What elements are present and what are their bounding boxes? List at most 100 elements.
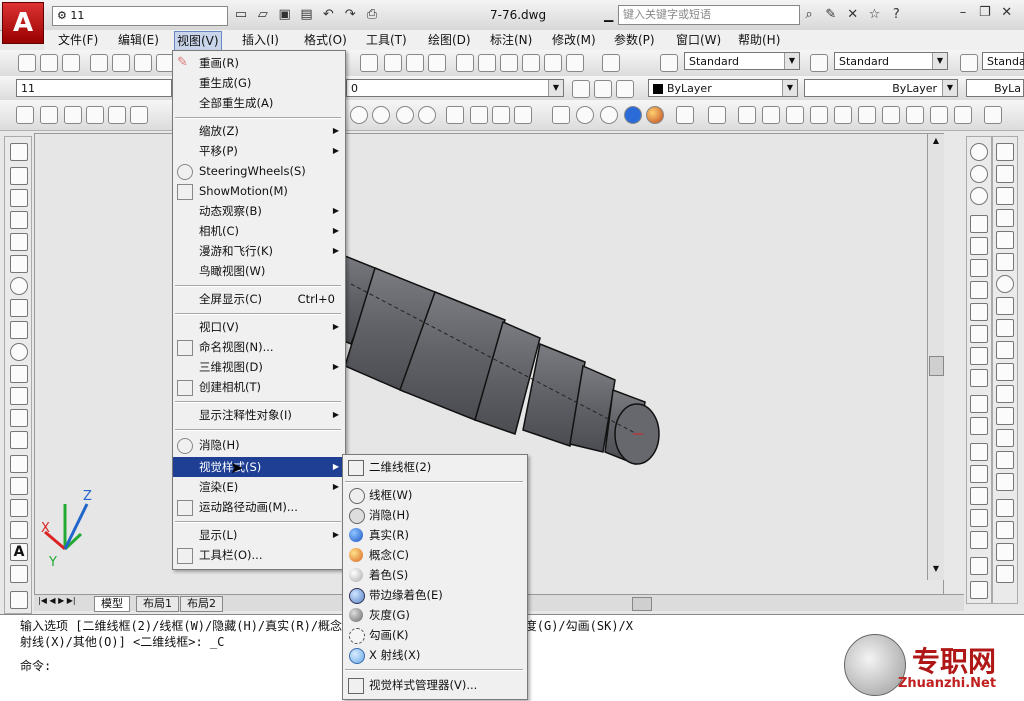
dim-style-combo[interactable]: Standard ▼ (834, 52, 948, 70)
group-icon[interactable] (970, 581, 988, 599)
calculator-icon[interactable] (602, 54, 620, 72)
spline-icon[interactable] (10, 321, 28, 339)
menu-item-xray[interactable]: X 射线(X) (343, 645, 527, 665)
cone-icon[interactable] (64, 106, 82, 124)
window-close-icon[interactable]: ✕ (998, 4, 1016, 22)
tool-palettes-icon[interactable] (500, 54, 518, 72)
tab-layout2[interactable]: 布局2 (180, 596, 223, 612)
zoom-realtime-icon[interactable] (384, 54, 402, 72)
save-as-icon[interactable]: ▤ (297, 6, 315, 24)
box-solid-icon[interactable] (738, 106, 756, 124)
construction-line-icon[interactable] (10, 167, 28, 185)
menu-item-zoom[interactable]: 缩放(Z) ▶ (173, 121, 345, 141)
menu-item-conceptual[interactable]: 概念(C) (343, 545, 527, 565)
open-icon[interactable] (40, 54, 58, 72)
slice-icon[interactable] (786, 106, 804, 124)
wedge-icon[interactable] (40, 106, 58, 124)
hidden-icon[interactable] (396, 106, 414, 124)
menu-item-showmotion[interactable]: ShowMotion(M) (173, 181, 345, 201)
array-icon[interactable] (996, 231, 1014, 249)
layer-lock-icon[interactable] (996, 565, 1014, 583)
menu-item-visual-styles[interactable]: 视觉样式(S) ▶ (173, 457, 345, 477)
torus-icon[interactable] (130, 106, 148, 124)
menu-item-named-views[interactable]: 命名视图(N)... (173, 337, 345, 357)
menu-item-fullscreen[interactable]: 全屏显示(C) Ctrl+0 (173, 289, 345, 309)
window-restore-icon[interactable]: ❐ (976, 4, 994, 22)
offset-faces-icon[interactable] (970, 259, 988, 277)
zoom-window-icon[interactable] (406, 54, 424, 72)
trim-icon[interactable] (996, 341, 1014, 359)
subscription-icon[interactable]: ✎ (822, 6, 840, 24)
vertical-scroll-thumb[interactable] (929, 356, 944, 376)
open-folder-icon[interactable]: ▱ (254, 6, 272, 24)
mtext-icon[interactable]: A (10, 543, 28, 561)
menu-item-shaded[interactable]: 着色(S) (343, 565, 527, 585)
offset-icon[interactable] (996, 209, 1014, 227)
explode-icon[interactable] (996, 473, 1014, 491)
menu-insert[interactable]: 插入(I) (240, 31, 281, 49)
menu-file[interactable]: 文件(F) (56, 31, 100, 49)
menu-item-pan[interactable]: 平移(P) ▶ (173, 141, 345, 161)
extend-icon[interactable] (996, 363, 1014, 381)
polyline-icon[interactable] (10, 189, 28, 207)
menu-item-display[interactable]: 显示(L) ▶ (173, 525, 345, 545)
sheet-set-icon[interactable] (522, 54, 540, 72)
sphere-icon[interactable] (86, 106, 104, 124)
menu-dimension[interactable]: 标注(N) (488, 31, 534, 49)
menu-item-orbit[interactable]: 动态观察(B) ▶ (173, 201, 345, 221)
box-icon[interactable] (16, 106, 34, 124)
communication-icon[interactable]: ✕ (844, 6, 862, 24)
menu-modify[interactable]: 修改(M) (550, 31, 598, 49)
stretch-icon[interactable] (996, 319, 1014, 337)
crease-icon[interactable] (954, 106, 972, 124)
undo-icon[interactable]: ↶ (319, 6, 337, 24)
subtract-solid-icon[interactable] (970, 165, 988, 183)
window-minimize-icon[interactable]: – (954, 4, 972, 22)
region-icon[interactable] (10, 499, 28, 517)
menu-item-annotation-objects[interactable]: 显示注释性对象(I) ▶ (173, 405, 345, 425)
smooth-icon[interactable] (906, 106, 924, 124)
layer-iso-icon[interactable] (996, 499, 1014, 517)
conceptual-style-icon[interactable] (600, 106, 618, 124)
preview-icon[interactable] (112, 54, 130, 72)
pan-icon[interactable] (360, 54, 378, 72)
lineweight-combo[interactable]: ByLa (966, 79, 1024, 97)
linetype-combo[interactable]: ByLayer ▼ (804, 79, 958, 97)
save-icon[interactable] (62, 54, 80, 72)
rotate-faces-icon[interactable] (970, 303, 988, 321)
menu-item-render[interactable]: 渲染(E) ▶ (173, 477, 345, 497)
markup-icon[interactable] (544, 54, 562, 72)
refine-icon[interactable] (930, 106, 948, 124)
scale-icon[interactable] (996, 297, 1014, 315)
thicken-icon[interactable] (858, 106, 876, 124)
menu-item-hidden[interactable]: 消隐(H) (343, 505, 527, 525)
join-icon[interactable] (996, 407, 1014, 425)
menu-item-wireframe[interactable]: 线框(W) (343, 485, 527, 505)
chamfer-icon[interactable] (996, 429, 1014, 447)
hatch-icon[interactable] (10, 455, 28, 473)
subtract-icon[interactable] (492, 106, 510, 124)
table-icon[interactable] (10, 521, 28, 539)
shell-icon[interactable] (970, 509, 988, 527)
cylinder-icon[interactable] (108, 106, 126, 124)
layer-combo[interactable]: 11 (16, 79, 172, 97)
menu-item-aerial-view[interactable]: 鸟瞰视图(W) (173, 261, 345, 281)
gradient-icon[interactable] (10, 477, 28, 495)
check-icon[interactable] (970, 531, 988, 549)
menu-draw[interactable]: 绘图(D) (426, 31, 473, 49)
3d-wireframe-icon[interactable] (372, 106, 390, 124)
interfere-icon[interactable] (834, 106, 852, 124)
mesh-icon[interactable] (882, 106, 900, 124)
menu-item-3d-views[interactable]: 三维视图(D) ▶ (173, 357, 345, 377)
command-prompt[interactable]: 命令: (20, 657, 51, 674)
menu-item-redraw[interactable]: ✎ 重画(R) (173, 53, 345, 73)
point-icon[interactable] (10, 431, 28, 449)
2d-wire-style-icon[interactable] (576, 106, 594, 124)
move-faces-icon[interactable] (970, 237, 988, 255)
circle-icon[interactable] (10, 277, 28, 295)
copy-faces-icon[interactable] (970, 347, 988, 365)
make-block-icon[interactable] (10, 409, 28, 427)
section-icon[interactable] (810, 106, 828, 124)
application-menu-button[interactable]: A (2, 2, 44, 44)
copy-solid-icon[interactable] (970, 557, 988, 575)
